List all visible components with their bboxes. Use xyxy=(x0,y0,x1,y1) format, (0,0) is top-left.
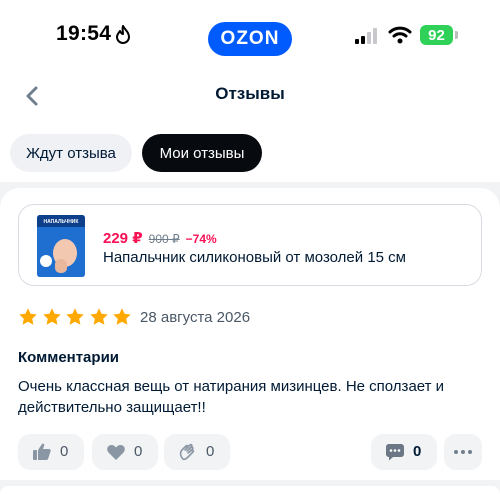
product-image: НАПАЛЬЧНИК xyxy=(37,215,85,277)
price: 229 ₽ xyxy=(103,230,143,247)
star-icon xyxy=(19,308,37,325)
battery-indicator: 92 xyxy=(420,25,453,45)
status-time: 19:54 xyxy=(56,22,112,45)
signal-icon xyxy=(355,28,377,44)
comments-heading: Комментарии xyxy=(18,349,120,366)
wifi-icon xyxy=(388,26,412,44)
battery-tip xyxy=(455,31,458,39)
old-price: 900 ₽ xyxy=(148,232,180,246)
tab-my-reviews[interactable]: Мои отзывы xyxy=(142,134,262,172)
more-dots-icon xyxy=(454,450,472,454)
flame-icon xyxy=(116,25,130,44)
clap-icon xyxy=(179,443,195,461)
heart-button[interactable]: 0 xyxy=(92,434,158,470)
clap-count: 0 xyxy=(206,443,215,460)
rating-stars xyxy=(18,307,136,327)
heart-count: 0 xyxy=(134,443,143,460)
star-icon xyxy=(89,308,108,325)
discount-badge: −74% xyxy=(185,232,217,246)
heart-icon xyxy=(107,444,125,460)
like-count: 0 xyxy=(60,443,69,460)
page-title: Отзывы xyxy=(215,84,285,103)
next-review-card xyxy=(0,486,500,494)
tab-waiting-review[interactable]: Ждут отзыва xyxy=(10,134,132,172)
like-button[interactable]: 0 xyxy=(18,434,84,470)
thumbs-up-icon xyxy=(33,443,51,460)
more-button[interactable] xyxy=(444,434,482,470)
star-icon xyxy=(113,308,131,325)
product-card[interactable]: НАПАЛЬЧНИК 229 ₽ 900 ₽ −74% Напальчник с… xyxy=(18,204,482,286)
star-icon xyxy=(42,308,61,325)
review-date: 28 августа 2026 xyxy=(140,309,251,326)
comment-icon xyxy=(386,444,404,461)
review-text: Очень классная вещь от натирания мизинце… xyxy=(18,378,445,416)
comments-button[interactable]: 0 xyxy=(371,434,437,470)
status-bar: 19:54 OZON 92 xyxy=(0,0,500,70)
ozon-logo: OZON xyxy=(208,22,292,56)
product-image-label: НАПАЛЬЧНИК xyxy=(44,219,80,225)
clap-button[interactable]: 0 xyxy=(164,434,230,470)
product-name: Напальчник силиконовый от мозолей 15 см xyxy=(103,249,406,266)
comment-count: 0 xyxy=(413,443,422,460)
star-icon xyxy=(66,308,84,325)
price-row: 229 ₽ 900 ₽ −74% xyxy=(103,229,217,247)
